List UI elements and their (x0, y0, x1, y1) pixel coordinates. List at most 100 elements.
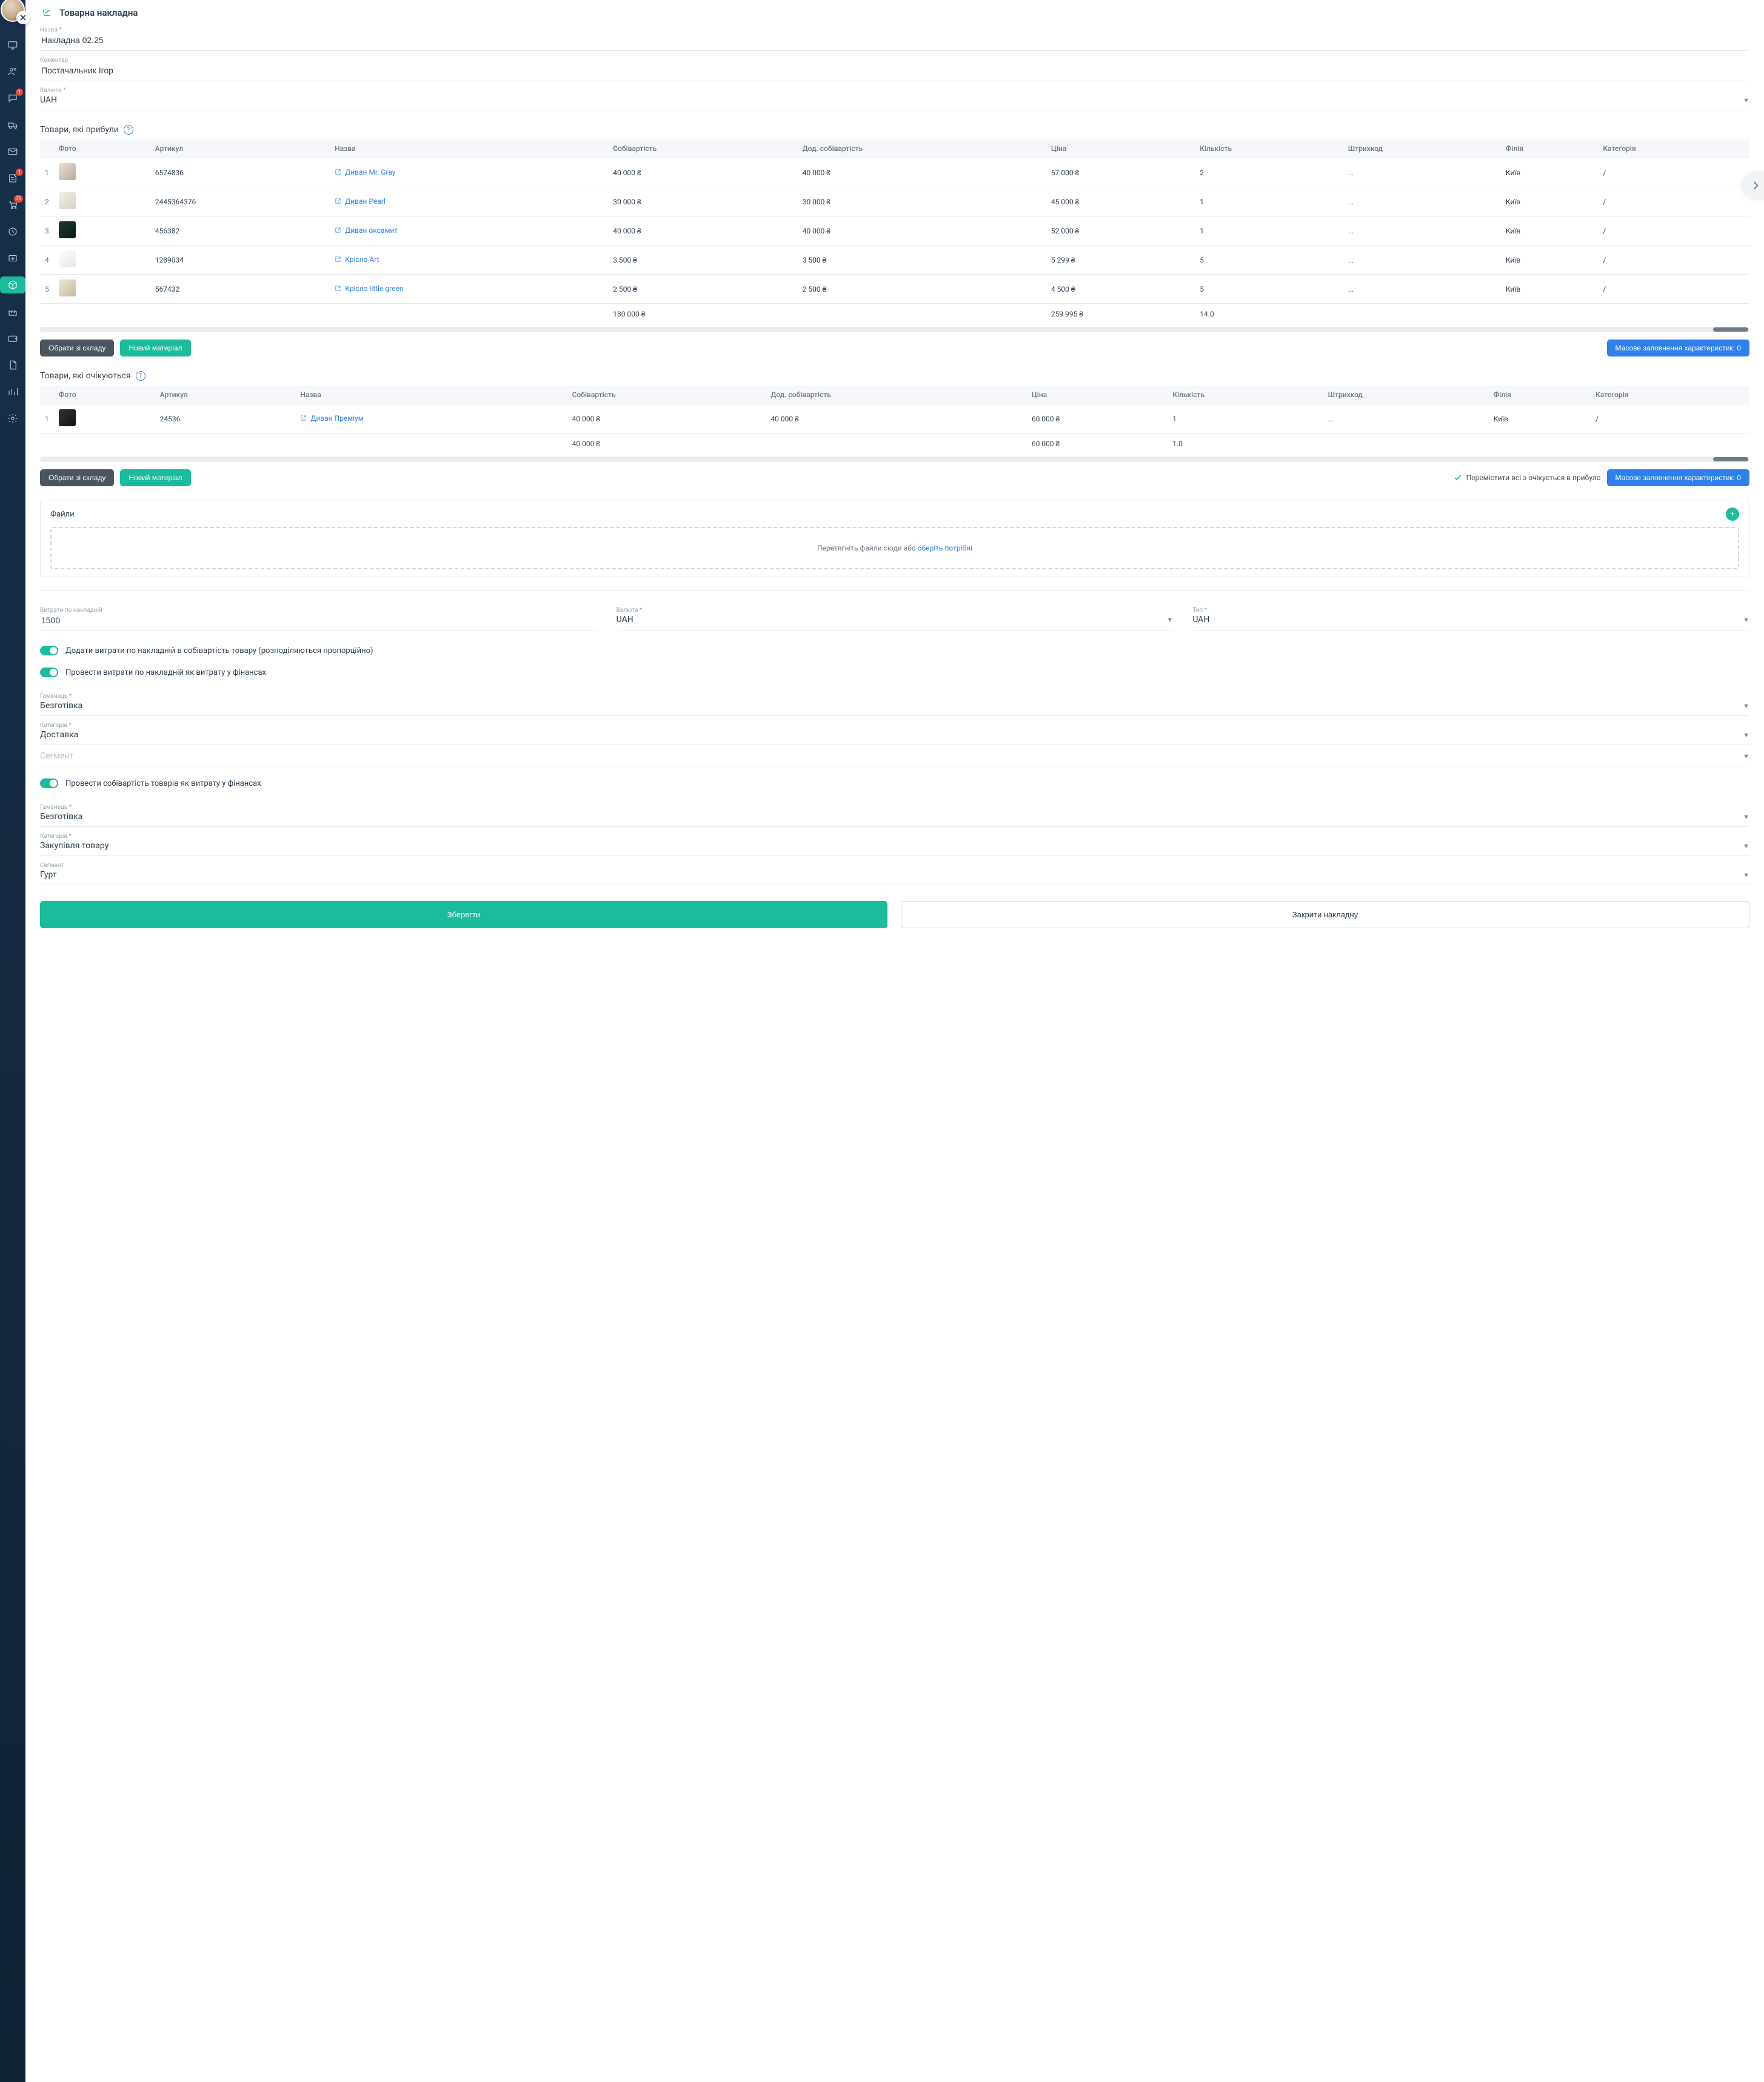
col-branch: Філія (1501, 139, 1599, 158)
cell-qty: 1 (1195, 216, 1343, 246)
nav-chat[interactable]: 1 (0, 90, 25, 107)
nav-history[interactable] (0, 223, 25, 240)
nav-docs[interactable] (0, 356, 25, 373)
nav-wallet[interactable] (0, 330, 25, 347)
cell-price: 52 000 ₴ (1046, 216, 1195, 246)
product-thumbnail[interactable] (59, 279, 76, 296)
table-row[interactable]: 3456382Диван оксамит40 000 ₴40 000 ₴52 0… (40, 216, 1749, 246)
cell-branch: Київ (1501, 216, 1599, 246)
col-cost: Собівартість (608, 139, 797, 158)
product-thumbnail[interactable] (59, 163, 76, 180)
toggle-finance-expense[interactable] (40, 668, 58, 677)
arrived-new-material-button[interactable]: Новий матеріал (120, 340, 190, 356)
external-link-icon (335, 198, 341, 204)
toggle-add-cost[interactable] (40, 646, 58, 655)
close-invoice-button[interactable]: Закрити накладну (901, 901, 1749, 928)
product-link[interactable]: Диван оксамит (335, 226, 398, 235)
product-thumbnail[interactable] (59, 250, 76, 267)
product-link[interactable]: Диван Преміум (300, 414, 363, 423)
expense-amount-input[interactable] (40, 615, 597, 626)
name-input[interactable] (40, 35, 1749, 45)
pending-new-material-button[interactable]: Новий матеріал (120, 469, 190, 486)
table-row[interactable]: 16574836Диван Mr. Gray40 000 ₴40 000 ₴57… (40, 158, 1749, 187)
col-price: Ціна (1027, 386, 1168, 404)
wallet2-field[interactable]: Гаманець * Безготівка▼ (40, 800, 1749, 827)
external-link-icon (335, 227, 341, 233)
expense-currency-field[interactable]: Валюта * UAH▼ (616, 603, 1174, 631)
nav-dashboard[interactable] (0, 36, 25, 53)
nav-cart[interactable]: 71 (0, 196, 25, 213)
expense-amount-field[interactable]: Витрати по накладній (40, 603, 597, 631)
cell-price: 45 000 ₴ (1046, 187, 1195, 216)
help-icon[interactable]: ? (124, 125, 133, 135)
pending-mass-fill-button[interactable]: Масове заповнення характеристик: 0 (1607, 469, 1749, 486)
pending-table: Фото Артикул Назва Собівартість Дод. соб… (40, 386, 1749, 454)
currency-field[interactable]: Валюта * UAH ▼ (40, 84, 1749, 110)
file-dropzone[interactable]: Перетягніть файли сюди або оберіть потрі… (50, 527, 1739, 569)
name-field[interactable]: Назва * (40, 23, 1749, 51)
product-thumbnail[interactable] (59, 409, 76, 426)
pending-section-label: Товари, які очікуються (40, 371, 131, 381)
category1-value: Доставка (40, 730, 78, 740)
move-all-button[interactable]: Перемістити всі з очікується в прибуло (1453, 473, 1601, 483)
nav-settings[interactable] (0, 410, 25, 427)
nav-production[interactable] (0, 303, 25, 320)
chevron-down-icon: ▼ (1166, 616, 1173, 624)
dropzone-link[interactable]: оберіть потрібні (918, 544, 972, 552)
chevron-down-icon: ▼ (1743, 871, 1749, 879)
cell-barcode: ... (1343, 216, 1501, 246)
expense-type-field[interactable]: Тип * UAH▼ (1192, 603, 1749, 631)
nav-import[interactable] (0, 250, 25, 267)
avatar[interactable] (1, 0, 25, 22)
arrived-mass-fill-button[interactable]: Масове заповнення характеристик: 0 (1607, 340, 1749, 356)
segment1-field[interactable]: Сегмент▼ (40, 748, 1749, 766)
wallet1-field[interactable]: Гаманець * Безготівка▼ (40, 689, 1749, 716)
cell-sku: 6574836 (150, 158, 330, 187)
toggle-finance-cost[interactable] (40, 778, 58, 788)
table-row[interactable]: 41289034Крісло Art3 500 ₴3 500 ₴5 299 ₴5… (40, 246, 1749, 275)
segment2-label: Сегмент (40, 862, 1749, 869)
nav-delivery[interactable] (0, 116, 25, 133)
pending-from-stock-button[interactable]: Обрати зі складу (40, 469, 114, 486)
product-thumbnail[interactable] (59, 221, 76, 238)
category2-field[interactable]: Категорія * Закупівля товару▼ (40, 829, 1749, 856)
wallet1-label: Гаманець * (40, 693, 1749, 700)
col-cost: Собівартість (567, 386, 766, 404)
comment-input[interactable] (40, 65, 1749, 76)
category2-value: Закупівля товару (40, 841, 109, 851)
nav-reports[interactable] (0, 383, 25, 400)
cell-sku: 567432 (150, 275, 330, 304)
nav-mail[interactable] (0, 143, 25, 160)
cell-addcost: 40 000 ₴ (798, 158, 1046, 187)
category1-field[interactable]: Категорія * Доставка▼ (40, 718, 1749, 745)
arrived-from-stock-button[interactable]: Обрати зі складу (40, 340, 114, 356)
help-icon[interactable]: ? (136, 371, 145, 381)
table-row[interactable]: 22445364376Диван Pearl30 000 ₴30 000 ₴45… (40, 187, 1749, 216)
table-row[interactable]: 5567432Крісло little green2 500 ₴2 500 ₴… (40, 275, 1749, 304)
cell-branch: Київ (1501, 275, 1599, 304)
product-thumbnail[interactable] (59, 192, 76, 209)
product-link[interactable]: Крісло Art (335, 255, 379, 264)
col-sku: Артикул (150, 139, 330, 158)
segment2-value: Гурт (40, 870, 57, 880)
product-link[interactable]: Диван Pearl (335, 197, 386, 206)
pending-scrollbar[interactable] (40, 457, 1749, 462)
comment-field[interactable]: Коментар (40, 53, 1749, 81)
nav-notes[interactable]: 1 (0, 170, 25, 187)
cell-name: Диван Pearl (330, 187, 608, 216)
nav-inventory[interactable] (0, 276, 25, 293)
row-number: 1 (40, 158, 54, 187)
add-file-button[interactable]: + (1726, 507, 1739, 521)
product-link[interactable]: Диван Mr. Gray (335, 168, 395, 176)
sidebar: 1 1 71 (0, 0, 25, 2082)
save-button[interactable]: Зберегти (40, 901, 887, 928)
segment2-field[interactable]: Сегмент Гурт ▼ (40, 859, 1749, 885)
nav-contacts[interactable] (0, 63, 25, 80)
external-link-icon (335, 285, 341, 292)
arrived-scrollbar[interactable] (40, 327, 1749, 332)
product-link[interactable]: Крісло little green (335, 284, 403, 293)
cell-category: / (1591, 404, 1749, 433)
cell-photo (54, 187, 150, 216)
cell-qty: 5 (1195, 275, 1343, 304)
table-row[interactable]: 124536Диван Преміум40 000 ₴40 000 ₴60 00… (40, 404, 1749, 433)
